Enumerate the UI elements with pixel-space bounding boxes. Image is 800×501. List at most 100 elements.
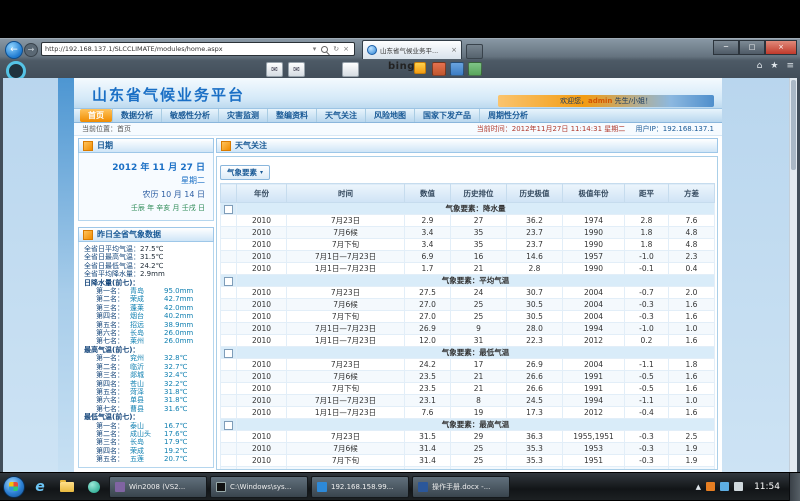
table-row[interactable]: 20101月1日—7月23日12.031 22.320120.21.6 — [221, 335, 715, 347]
tray-icon-2[interactable] — [720, 482, 729, 491]
start-button[interactable] — [3, 476, 25, 498]
section-checkbox[interactable] — [224, 349, 233, 358]
rank-item: 第三名：蓬莱42.0mm — [84, 304, 211, 312]
network-icon[interactable] — [734, 482, 743, 491]
bing-icon[interactable] — [414, 62, 426, 74]
nav-item[interactable]: 天气关注 — [316, 109, 365, 122]
window-button-label: 操作手册.docx -... — [432, 482, 490, 492]
section-row-precipitation[interactable]: 气象要素：降水量 — [221, 203, 715, 215]
nav-item[interactable]: 敏感性分析 — [161, 109, 218, 122]
stat-value: 27.5℃ — [140, 245, 163, 253]
page-left-decoration — [58, 78, 74, 472]
table-row[interactable]: 20107月23日24.217 26.92004-1.11.8 — [221, 359, 715, 371]
media-taskbar-icon[interactable] — [82, 476, 106, 498]
mail-send-icon[interactable]: ✉ — [288, 62, 305, 77]
table-row[interactable]: 20107月6候31.425 35.31953-0.31.9 — [221, 443, 715, 455]
table-row[interactable]: 20107月23日31.529 36.31955,1951-0.32.5 — [221, 431, 715, 443]
table-row[interactable]: 20107月1日—7月23日31.59 33.01997-1.01.1 — [221, 467, 715, 471]
toolbar-icon-2[interactable] — [450, 62, 464, 76]
ie-taskbar-icon[interactable]: e — [28, 476, 52, 498]
taskbar-window-button[interactable]: 操作手册.docx -... — [412, 476, 510, 498]
document-icon[interactable] — [342, 62, 359, 77]
section-checkbox[interactable] — [224, 421, 233, 430]
section-checkbox[interactable] — [224, 205, 233, 214]
table-row[interactable]: 20101月1日—7月23日7.619 17.32012-0.41.6 — [221, 407, 715, 419]
table-row[interactable]: 20107月23日27.524 30.72004-0.72.0 — [221, 287, 715, 299]
table-row[interactable]: 20107月6候23.521 26.61991-0.51.6 — [221, 371, 715, 383]
table-row[interactable]: 20107月下旬23.521 26.61991-0.51.6 — [221, 383, 715, 395]
stat-label: 全省平均降水量： — [84, 270, 140, 278]
back-button[interactable]: ← — [5, 41, 23, 59]
date-panel-header: 日期 — [78, 138, 214, 153]
stop-icon[interactable]: × — [341, 45, 351, 53]
table-row[interactable]: 20107月下旬3.435 23.719901.84.8 — [221, 239, 715, 251]
browser-tab[interactable]: 山东省气候业务平... × — [362, 40, 462, 59]
taskbar-window-button[interactable]: Win2008 (VS2... — [109, 476, 207, 498]
table-row[interactable]: 20107月下旬27.025 30.52004-0.31.6 — [221, 311, 715, 323]
show-desktop-button[interactable] — [789, 473, 800, 501]
section-row-avg-temp[interactable]: 气象要素：平均气温 — [221, 275, 715, 287]
date-line-gregorian: 2012 年 11 月 27 日 — [83, 160, 205, 173]
table-row[interactable]: 20107月下旬31.425 35.31951-0.31.9 — [221, 455, 715, 467]
tab-title: 山东省气候业务平... — [380, 45, 448, 55]
tray-expand-icon[interactable]: ▲ — [696, 483, 701, 491]
nav-item[interactable]: 数据分析 — [112, 109, 161, 122]
table-row[interactable]: 20107月6候27.025 30.52004-0.31.6 — [221, 299, 715, 311]
tray-icon-1[interactable] — [706, 482, 715, 491]
taskbar-clock[interactable]: 11:54 — [748, 482, 786, 492]
address-bar[interactable]: http://192.168.137.1/SLCCLIMATE/modules/… — [41, 42, 355, 56]
maximize-button[interactable]: □ — [739, 40, 765, 55]
refresh-icon[interactable]: ↻ — [331, 45, 341, 53]
close-button[interactable]: × — [765, 40, 797, 55]
toolbar-icon-3[interactable] — [468, 62, 482, 76]
nav-item[interactable]: 周期性分析 — [479, 109, 536, 122]
favorites-icon[interactable]: ★ — [770, 61, 778, 71]
section-checkbox[interactable] — [224, 277, 233, 286]
section-row-min-temp[interactable]: 气象要素：最低气温 — [221, 347, 715, 359]
stat-line: 全省日最高气温：31.5℃ — [84, 253, 211, 261]
table-row[interactable]: 20107月1日—7月23日6.916 14.61957-1.02.3 — [221, 251, 715, 263]
rank-value: 32.8℃ — [164, 354, 187, 362]
col-extreme-year: 极值年份 — [563, 184, 625, 203]
new-tab-button[interactable] — [466, 44, 483, 59]
row-select-cell — [221, 455, 237, 467]
taskbar-windows: Win2008 (VS2... C:\Windows\sys... 192.16… — [109, 476, 510, 498]
table-row[interactable]: 20107月6候3.435 23.719901.84.8 — [221, 227, 715, 239]
explorer-taskbar-icon[interactable] — [55, 476, 79, 498]
page-scrollbar[interactable] — [789, 78, 797, 472]
rank-station: 郯城 — [130, 371, 164, 379]
nav-item[interactable]: 整编资料 — [267, 109, 316, 122]
scrollbar-thumb[interactable] — [791, 80, 796, 170]
home-icon[interactable]: ⌂ — [757, 61, 763, 71]
taskbar-window-button[interactable]: C:\Windows\sys... — [210, 476, 308, 498]
toolbar-icon-1[interactable] — [432, 62, 446, 76]
rank-item: 第七名：莱州26.0mm — [84, 337, 211, 345]
rank-item: 第五名：招远38.9mm — [84, 321, 211, 329]
table-row[interactable]: 20107月23日2.927 36.219742.87.6 — [221, 215, 715, 227]
minimize-button[interactable]: ─ — [713, 40, 739, 55]
rank-station: 招远 — [130, 321, 164, 329]
rank-label: 第七名： — [96, 337, 130, 345]
search-icon[interactable] — [321, 46, 328, 53]
table-row[interactable]: 20107月1日—7月23日23.18 24.51994-1.11.0 — [221, 395, 715, 407]
breadcrumb-row: 当前位置：首页 当前时间：2012年11月27日 11:14:31 星期二 用户… — [74, 123, 722, 136]
forward-button[interactable]: → — [24, 43, 38, 57]
tab-close-icon[interactable]: × — [451, 46, 457, 54]
nav-item[interactable]: 灾害监测 — [218, 109, 267, 122]
table-row[interactable]: 20107月1日—7月23日26.99 28.01994-1.01.0 — [221, 323, 715, 335]
address-dropdown-icon[interactable]: ▾ — [311, 45, 319, 53]
stat-label: 全省日最高气温： — [84, 253, 140, 261]
bing-logo[interactable]: bing — [388, 61, 415, 72]
nav-item[interactable]: 风险地图 — [365, 109, 414, 122]
windows-flag-icon — [9, 482, 18, 491]
nav-item[interactable]: 国家下发产品 — [414, 109, 479, 122]
window-controls: ─ □ × — [713, 40, 797, 55]
rank-value: 42.7mm — [164, 295, 193, 303]
table-row[interactable]: 20101月1日—7月23日1.721 2.81990-0.10.4 — [221, 263, 715, 275]
nav-item[interactable]: 首页 — [80, 109, 112, 122]
tools-icon[interactable]: ≡ — [786, 61, 794, 71]
taskbar-window-button[interactable]: 192.168.158.99... — [311, 476, 409, 498]
section-row-max-temp[interactable]: 气象要素：最高气温 — [221, 419, 715, 431]
element-dropdown-button[interactable]: 气象要素 ▾ — [220, 165, 270, 180]
mail-icon[interactable]: ✉ — [266, 62, 283, 77]
